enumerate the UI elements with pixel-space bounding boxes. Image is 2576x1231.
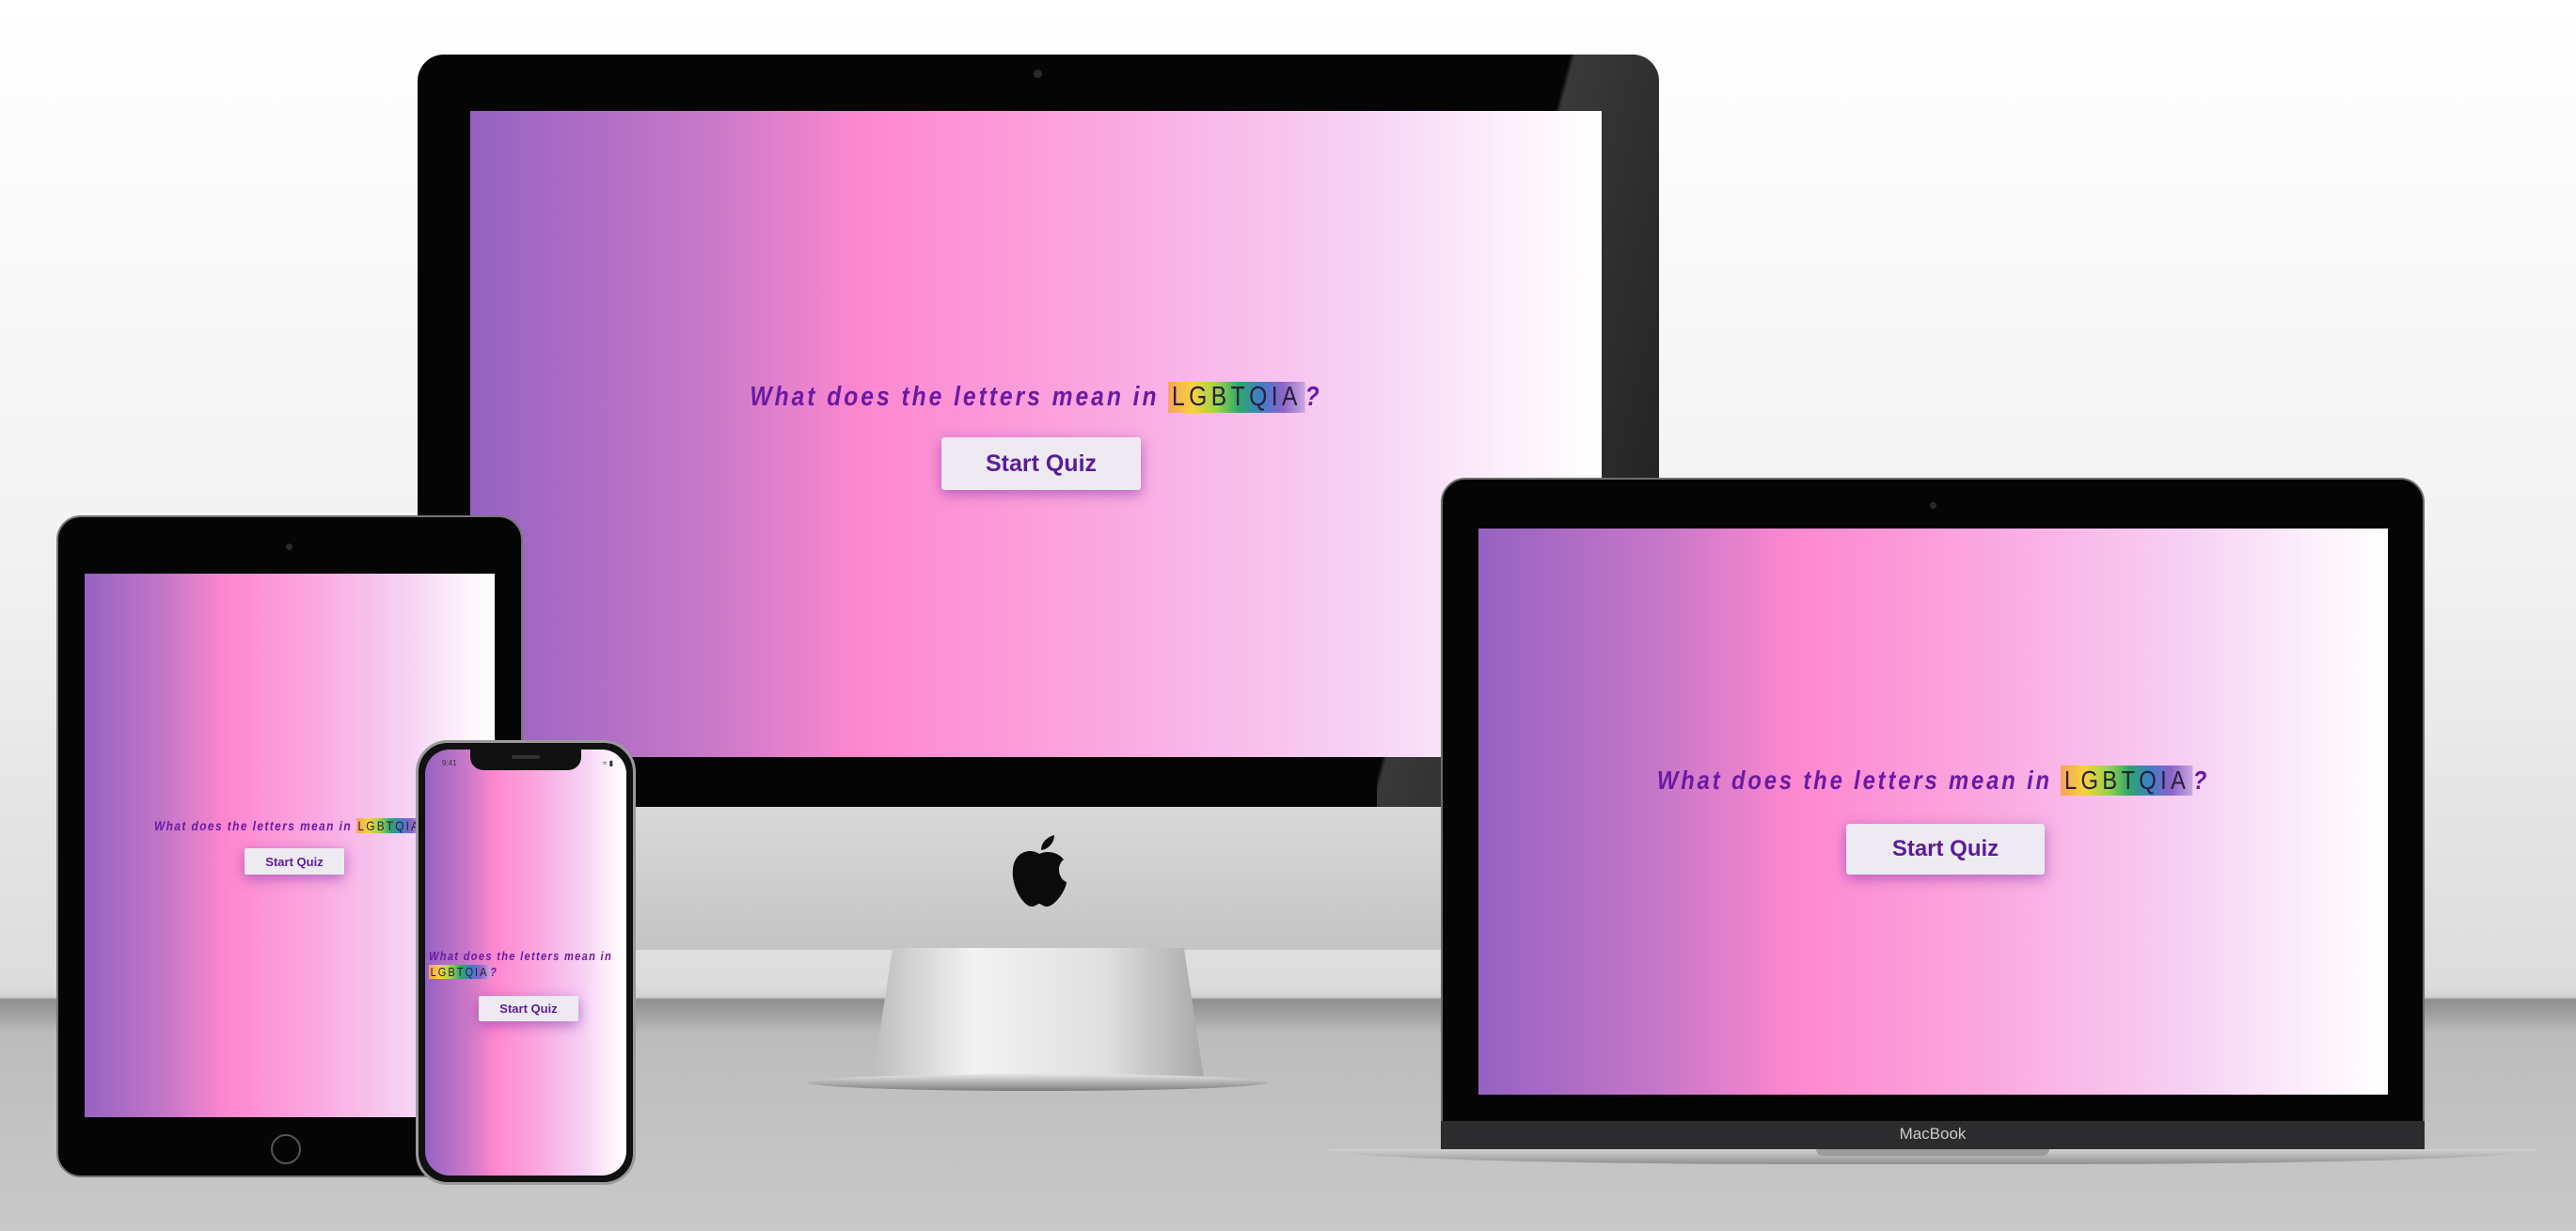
title-text: What does the letters mean in (750, 382, 1160, 412)
ipad-camera (286, 544, 292, 550)
title-suffix: ? (490, 965, 498, 979)
start-quiz-button[interactable]: Start Quiz (245, 848, 344, 875)
imac-stand-neck (873, 948, 1204, 1078)
macbook-brand-label: MacBook (1899, 1125, 1967, 1143)
start-quiz-button[interactable]: Start Quiz (479, 996, 578, 1021)
title-text: What does the letters mean in (154, 818, 353, 833)
start-quiz-button[interactable]: Start Quiz (941, 437, 1141, 490)
start-quiz-button[interactable]: Start Quiz (1846, 824, 2045, 875)
rainbow-acronym: LGBTQIA (429, 965, 491, 979)
imac-camera (1034, 70, 1042, 78)
page-title: What does the letters mean in LGBTQIA? (429, 949, 626, 979)
macbook-screen: What does the letters mean in LGBTQIA? S… (1478, 529, 2388, 1095)
ipad-home-button[interactable] (271, 1134, 301, 1164)
page-title: What does the letters mean in LGBTQIA? (1547, 765, 2320, 796)
rainbow-acronym: LGBTQIA (1168, 382, 1305, 413)
rainbow-acronym: LGBTQIA (2061, 765, 2193, 796)
imac-screen: What does the letters mean in LGBTQIA? S… (470, 111, 1602, 757)
iphone-screen: 9:41 ≈ ▮ What does the letters mean in L… (425, 750, 626, 1176)
status-time: 9:41 (442, 759, 457, 767)
iphone-notch (470, 750, 581, 770)
rainbow-acronym: LGBTQIA (356, 818, 422, 833)
macbook-camera (1930, 502, 1936, 509)
wifi-battery-icon: ≈ ▮ (602, 759, 613, 767)
imac-stand-foot (807, 1074, 1268, 1091)
title-suffix: ? (2192, 765, 2210, 795)
iphone-speaker (512, 755, 540, 759)
title-text: What does the letters mean in (1656, 765, 2052, 795)
title-text: What does the letters mean in (429, 949, 613, 963)
page-title: What does the letters mean in LGBTQIA? (555, 382, 1517, 413)
title-suffix: ? (1304, 382, 1322, 412)
apple-logo-icon (1012, 835, 1067, 907)
macbook-opening-notch (1816, 1149, 2049, 1156)
